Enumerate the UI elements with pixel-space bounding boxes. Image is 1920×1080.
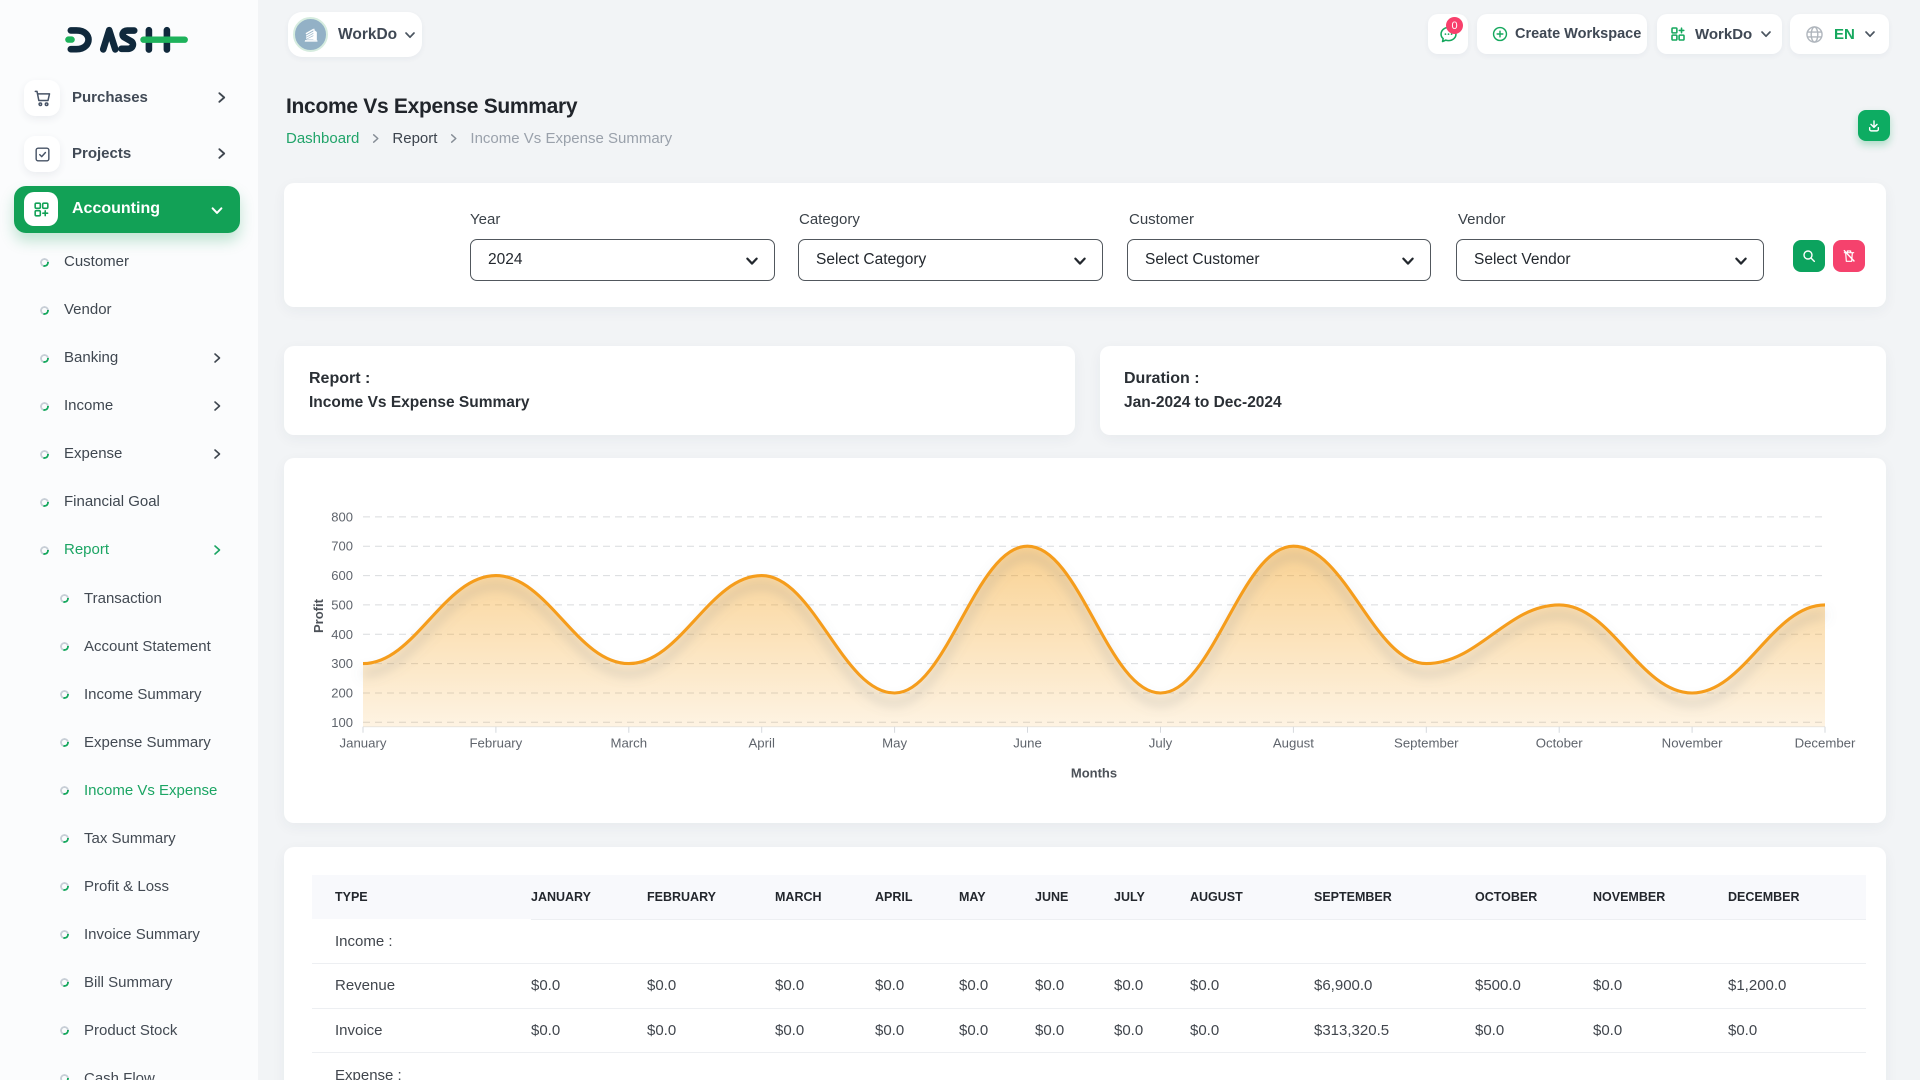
svg-text:April: April: [749, 736, 775, 751]
svg-text:December: December: [1795, 736, 1856, 751]
svg-text:July: July: [1149, 736, 1173, 751]
svg-text:600: 600: [331, 568, 353, 583]
svg-text:August: August: [1273, 736, 1314, 751]
svg-text:100: 100: [331, 715, 353, 730]
svg-text:Months: Months: [1071, 766, 1117, 781]
svg-text:400: 400: [331, 627, 353, 642]
svg-text:May: May: [882, 736, 907, 751]
svg-text:January: January: [340, 736, 387, 751]
svg-text:March: March: [610, 736, 647, 751]
svg-text:February: February: [470, 736, 523, 751]
svg-text:500: 500: [331, 597, 353, 612]
svg-text:October: October: [1536, 736, 1584, 751]
svg-text:June: June: [1013, 736, 1042, 751]
svg-text:700: 700: [331, 539, 353, 554]
svg-text:800: 800: [331, 509, 353, 524]
svg-text:September: September: [1394, 736, 1459, 751]
svg-text:November: November: [1662, 736, 1723, 751]
svg-text:300: 300: [331, 656, 353, 671]
svg-text:Profit: Profit: [311, 598, 326, 633]
svg-text:200: 200: [331, 686, 353, 701]
